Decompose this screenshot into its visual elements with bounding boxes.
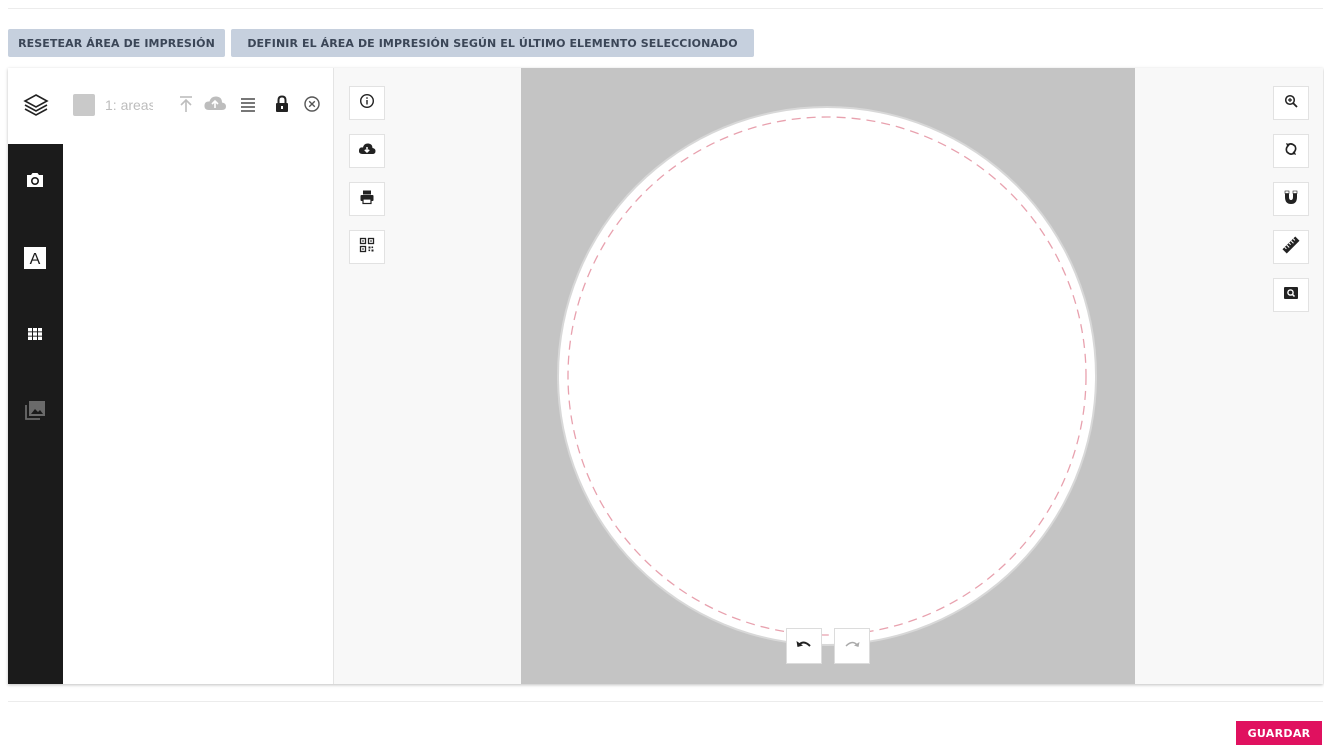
grid-icon[interactable] (23, 322, 47, 346)
layers-panel: 1: areas A (8, 68, 334, 684)
undo-icon (795, 637, 813, 656)
top-divider (8, 8, 1323, 9)
info-button[interactable] (349, 86, 385, 120)
bottom-divider (8, 701, 1323, 702)
redo-button[interactable] (834, 628, 870, 664)
qr-code-icon (359, 237, 375, 258)
layers-header: 1: areas (8, 68, 333, 144)
tool-rail: A (8, 144, 63, 684)
cloud-download-icon (358, 142, 376, 161)
reset-print-area-button[interactable]: RESETEAR ÁREA DE IMPRESIÓN (8, 29, 225, 57)
print-icon (359, 189, 375, 210)
define-print-area-button[interactable]: DEFINIR EL ÁREA DE IMPRESIÓN SEGÚN EL ÚL… (231, 29, 754, 57)
close-circle-icon[interactable] (302, 94, 322, 114)
cloud-icon[interactable] (203, 94, 227, 114)
safe-area-guide (567, 116, 1087, 636)
info-icon (359, 93, 375, 114)
zoom-box-button[interactable] (1273, 278, 1309, 312)
magnet-button[interactable] (1273, 182, 1309, 216)
ruler-icon (1282, 236, 1300, 259)
rotate-button[interactable] (1273, 134, 1309, 168)
redo-icon (843, 637, 861, 656)
print-button[interactable] (349, 182, 385, 216)
svg-text:A: A (30, 251, 41, 268)
ruler-button[interactable] (1273, 230, 1309, 264)
camera-icon[interactable] (23, 168, 47, 192)
save-button[interactable]: GUARDAR (1236, 721, 1322, 745)
layer-name: 1: areas (105, 97, 153, 113)
layer-color-swatch (73, 94, 95, 116)
align-icon[interactable] (238, 94, 258, 114)
design-canvas[interactable] (521, 68, 1135, 684)
undo-button[interactable] (786, 628, 822, 664)
zoom-box-icon (1283, 286, 1299, 305)
zoom-in-icon (1284, 94, 1298, 113)
text-icon[interactable]: A (23, 246, 47, 270)
qr-code-button[interactable] (349, 230, 385, 264)
move-to-top-icon[interactable] (176, 94, 196, 114)
design-editor: 1: areas A (8, 68, 1323, 684)
layers-icon[interactable] (23, 92, 49, 118)
layer-item[interactable]: 1: areas (73, 94, 153, 116)
rotate-icon (1284, 141, 1298, 162)
magnet-icon (1283, 189, 1299, 210)
image-gallery-icon[interactable] (23, 398, 47, 422)
lock-icon[interactable] (272, 94, 292, 114)
cloud-download-button[interactable] (349, 134, 385, 168)
zoom-in-button[interactable] (1273, 86, 1309, 120)
